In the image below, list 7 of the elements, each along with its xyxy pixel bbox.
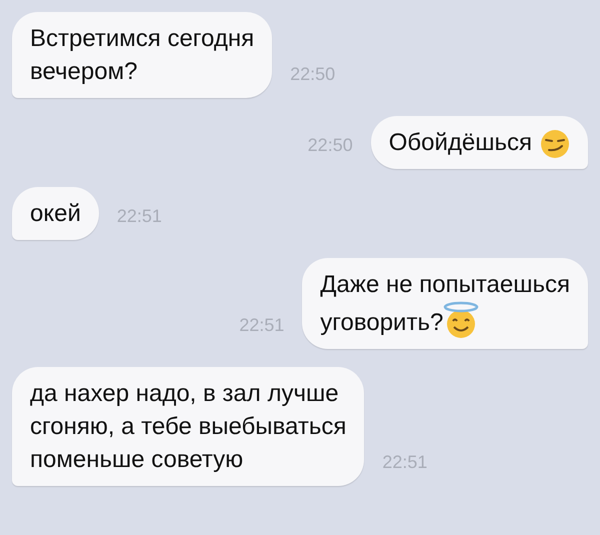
smirking-face-icon	[540, 128, 570, 159]
message-text: окей	[30, 199, 81, 229]
message-text: Обойдёшься	[388, 126, 570, 159]
halo-smiley-icon	[443, 301, 480, 339]
message-text: Встретимся сегодня вечером?	[30, 24, 254, 87]
message-text: да нахер надо, в зал лучше сгоняю, а тебе выебываться поменьше советую	[30, 379, 346, 475]
message-text: Даже не попытаешься уговорить?	[320, 268, 570, 339]
